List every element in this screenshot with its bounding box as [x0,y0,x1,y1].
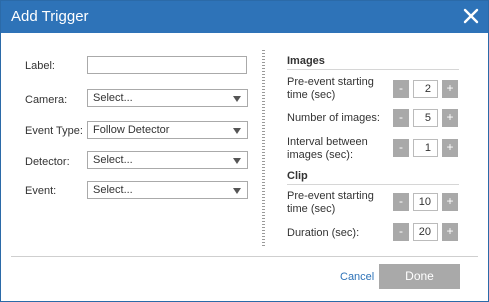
camera-label: Camera: [25,94,68,106]
chevron-down-icon [233,128,241,134]
label-field-label: Label: [25,60,55,72]
event-type-select[interactable]: Follow Detector [87,121,248,139]
footer-divider [11,256,478,257]
detector-label: Detector: [25,156,70,168]
add-trigger-dialog: Add Trigger Label: Camera: Select... Eve… [0,0,489,302]
increment-button[interactable]: + [442,80,458,98]
event-select-value: Select... [93,184,133,196]
chevron-down-icon [233,158,241,164]
increment-button[interactable]: + [442,109,458,127]
decrement-button[interactable]: - [393,193,409,211]
decrement-button[interactable]: - [393,139,409,157]
increment-button[interactable]: + [442,223,458,241]
number-of-images-stepper: - 5 + [393,109,459,127]
clip-pre-event-stepper: - 10 + [393,193,459,211]
duration-stepper: - 20 + [393,223,459,241]
images-pre-event-label: Pre-event starting time (sec) [287,76,374,101]
close-icon[interactable] [460,5,482,27]
duration-label: Duration (sec): [287,227,360,239]
camera-select[interactable]: Select... [87,89,248,107]
cancel-link[interactable]: Cancel [340,271,374,283]
clip-heading: Clip [287,170,308,182]
images-pre-event-value[interactable]: 2 [413,80,438,98]
detector-select-value: Select... [93,154,133,166]
clip-pre-event-value[interactable]: 10 [413,193,438,211]
detector-select[interactable]: Select... [87,151,248,169]
decrement-button[interactable]: - [393,80,409,98]
event-type-select-value: Follow Detector [93,124,170,136]
interval-label: Interval between images (sec): [287,136,368,161]
images-heading: Images [287,55,325,67]
dialog-title: Add Trigger [11,8,89,25]
event-label: Event: [25,185,57,197]
clip-pre-event-label: Pre-event starting time (sec) [287,190,374,215]
decrement-button[interactable]: - [393,223,409,241]
label-input[interactable] [87,56,247,74]
chevron-down-icon [233,96,241,102]
interval-value[interactable]: 1 [413,139,438,157]
decrement-button[interactable]: - [393,109,409,127]
images-pre-event-stepper: - 2 + [393,80,459,98]
increment-button[interactable]: + [442,193,458,211]
clip-heading-rule [287,184,459,185]
number-of-images-label: Number of images: [287,112,380,124]
duration-value[interactable]: 20 [413,223,438,241]
done-button[interactable]: Done [379,264,460,289]
increment-button[interactable]: + [442,139,458,157]
interval-stepper: - 1 + [393,139,459,157]
number-of-images-value[interactable]: 5 [413,109,438,127]
chevron-down-icon [233,188,241,194]
event-select[interactable]: Select... [87,181,248,199]
event-type-label: Event Type: [25,125,83,137]
images-heading-rule [287,69,459,70]
panel-divider [262,50,265,246]
camera-select-value: Select... [93,92,133,104]
dialog-title-bar: Add Trigger [1,1,488,33]
